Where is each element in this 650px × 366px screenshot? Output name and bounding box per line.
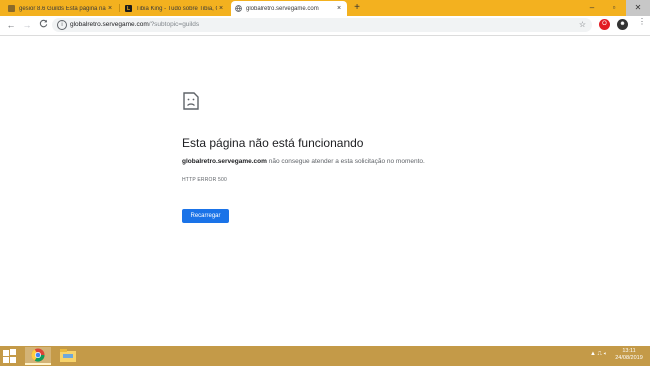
address-bar[interactable]: i globalretro.servegame.com/?subtopic=gu… [52,18,592,32]
profile-avatar[interactable]: ☻ [617,19,628,30]
back-button[interactable]: ← [4,17,18,33]
tibiaking-favicon-icon: L [125,5,132,12]
taskbar-clock[interactable]: 13:11 24/08/2019 [612,348,646,362]
error-title: Esta página não está funcionando [182,136,364,150]
reload-icon [39,19,47,28]
close-icon[interactable]: × [217,5,225,12]
error-description: globalretro.servegame.com não consegue a… [182,158,425,165]
error-code: HTTP ERROR 500 [182,177,227,183]
globe-icon [235,5,242,12]
reload-button[interactable] [36,17,50,33]
new-tab-button[interactable]: + [351,2,363,14]
tab-gesior[interactable]: gesior 8.6 Guilds Esta página nã... × [4,1,118,16]
taskbar [0,346,650,366]
file-explorer-taskbar-icon[interactable] [55,347,81,365]
url-text: globalretro.servegame.com/?subtopic=guil… [70,21,200,28]
browser-toolbar: ← → i globalretro.servegame.com/?subtopi… [0,16,650,36]
tab-tibia-king[interactable]: L Tibia King - Tudo sobre Tibia, OT × [121,1,229,16]
chrome-taskbar-icon[interactable] [25,347,51,365]
gesior-favicon-icon [8,5,15,12]
tab-globalretro[interactable]: globalretro.servegame.com × [231,1,347,16]
tab-strip: gesior 8.6 Guilds Esta página nã... × L … [0,0,650,16]
close-icon[interactable]: × [335,5,343,12]
opera-extension-icon[interactable]: O [599,19,610,30]
tab-title: Tibia King - Tudo sobre Tibia, OT [136,5,217,12]
info-icon[interactable]: i [57,20,67,30]
clock-time: 13:11 [622,348,636,354]
minimize-button[interactable]: – [581,0,603,16]
system-tray[interactable]: ▲ ⎍ ◂ [590,351,606,358]
close-icon[interactable]: × [106,5,114,12]
reload-page-button[interactable]: Recarregar [182,209,229,223]
close-window-button[interactable]: ✕ [626,0,650,16]
tab-title: gesior 8.6 Guilds Esta página nã... [19,5,106,12]
menu-icon[interactable]: ⋮ [638,18,646,26]
bookmark-star-icon[interactable]: ☆ [579,18,586,32]
clock-date: 24/08/2019 [615,355,643,361]
maximize-button[interactable]: ▫ [603,0,625,16]
windows-start-icon[interactable] [3,349,17,363]
forward-button[interactable]: → [20,17,34,33]
tab-separator [119,4,120,12]
sad-page-icon [183,92,199,110]
tab-title: globalretro.servegame.com [246,5,319,12]
